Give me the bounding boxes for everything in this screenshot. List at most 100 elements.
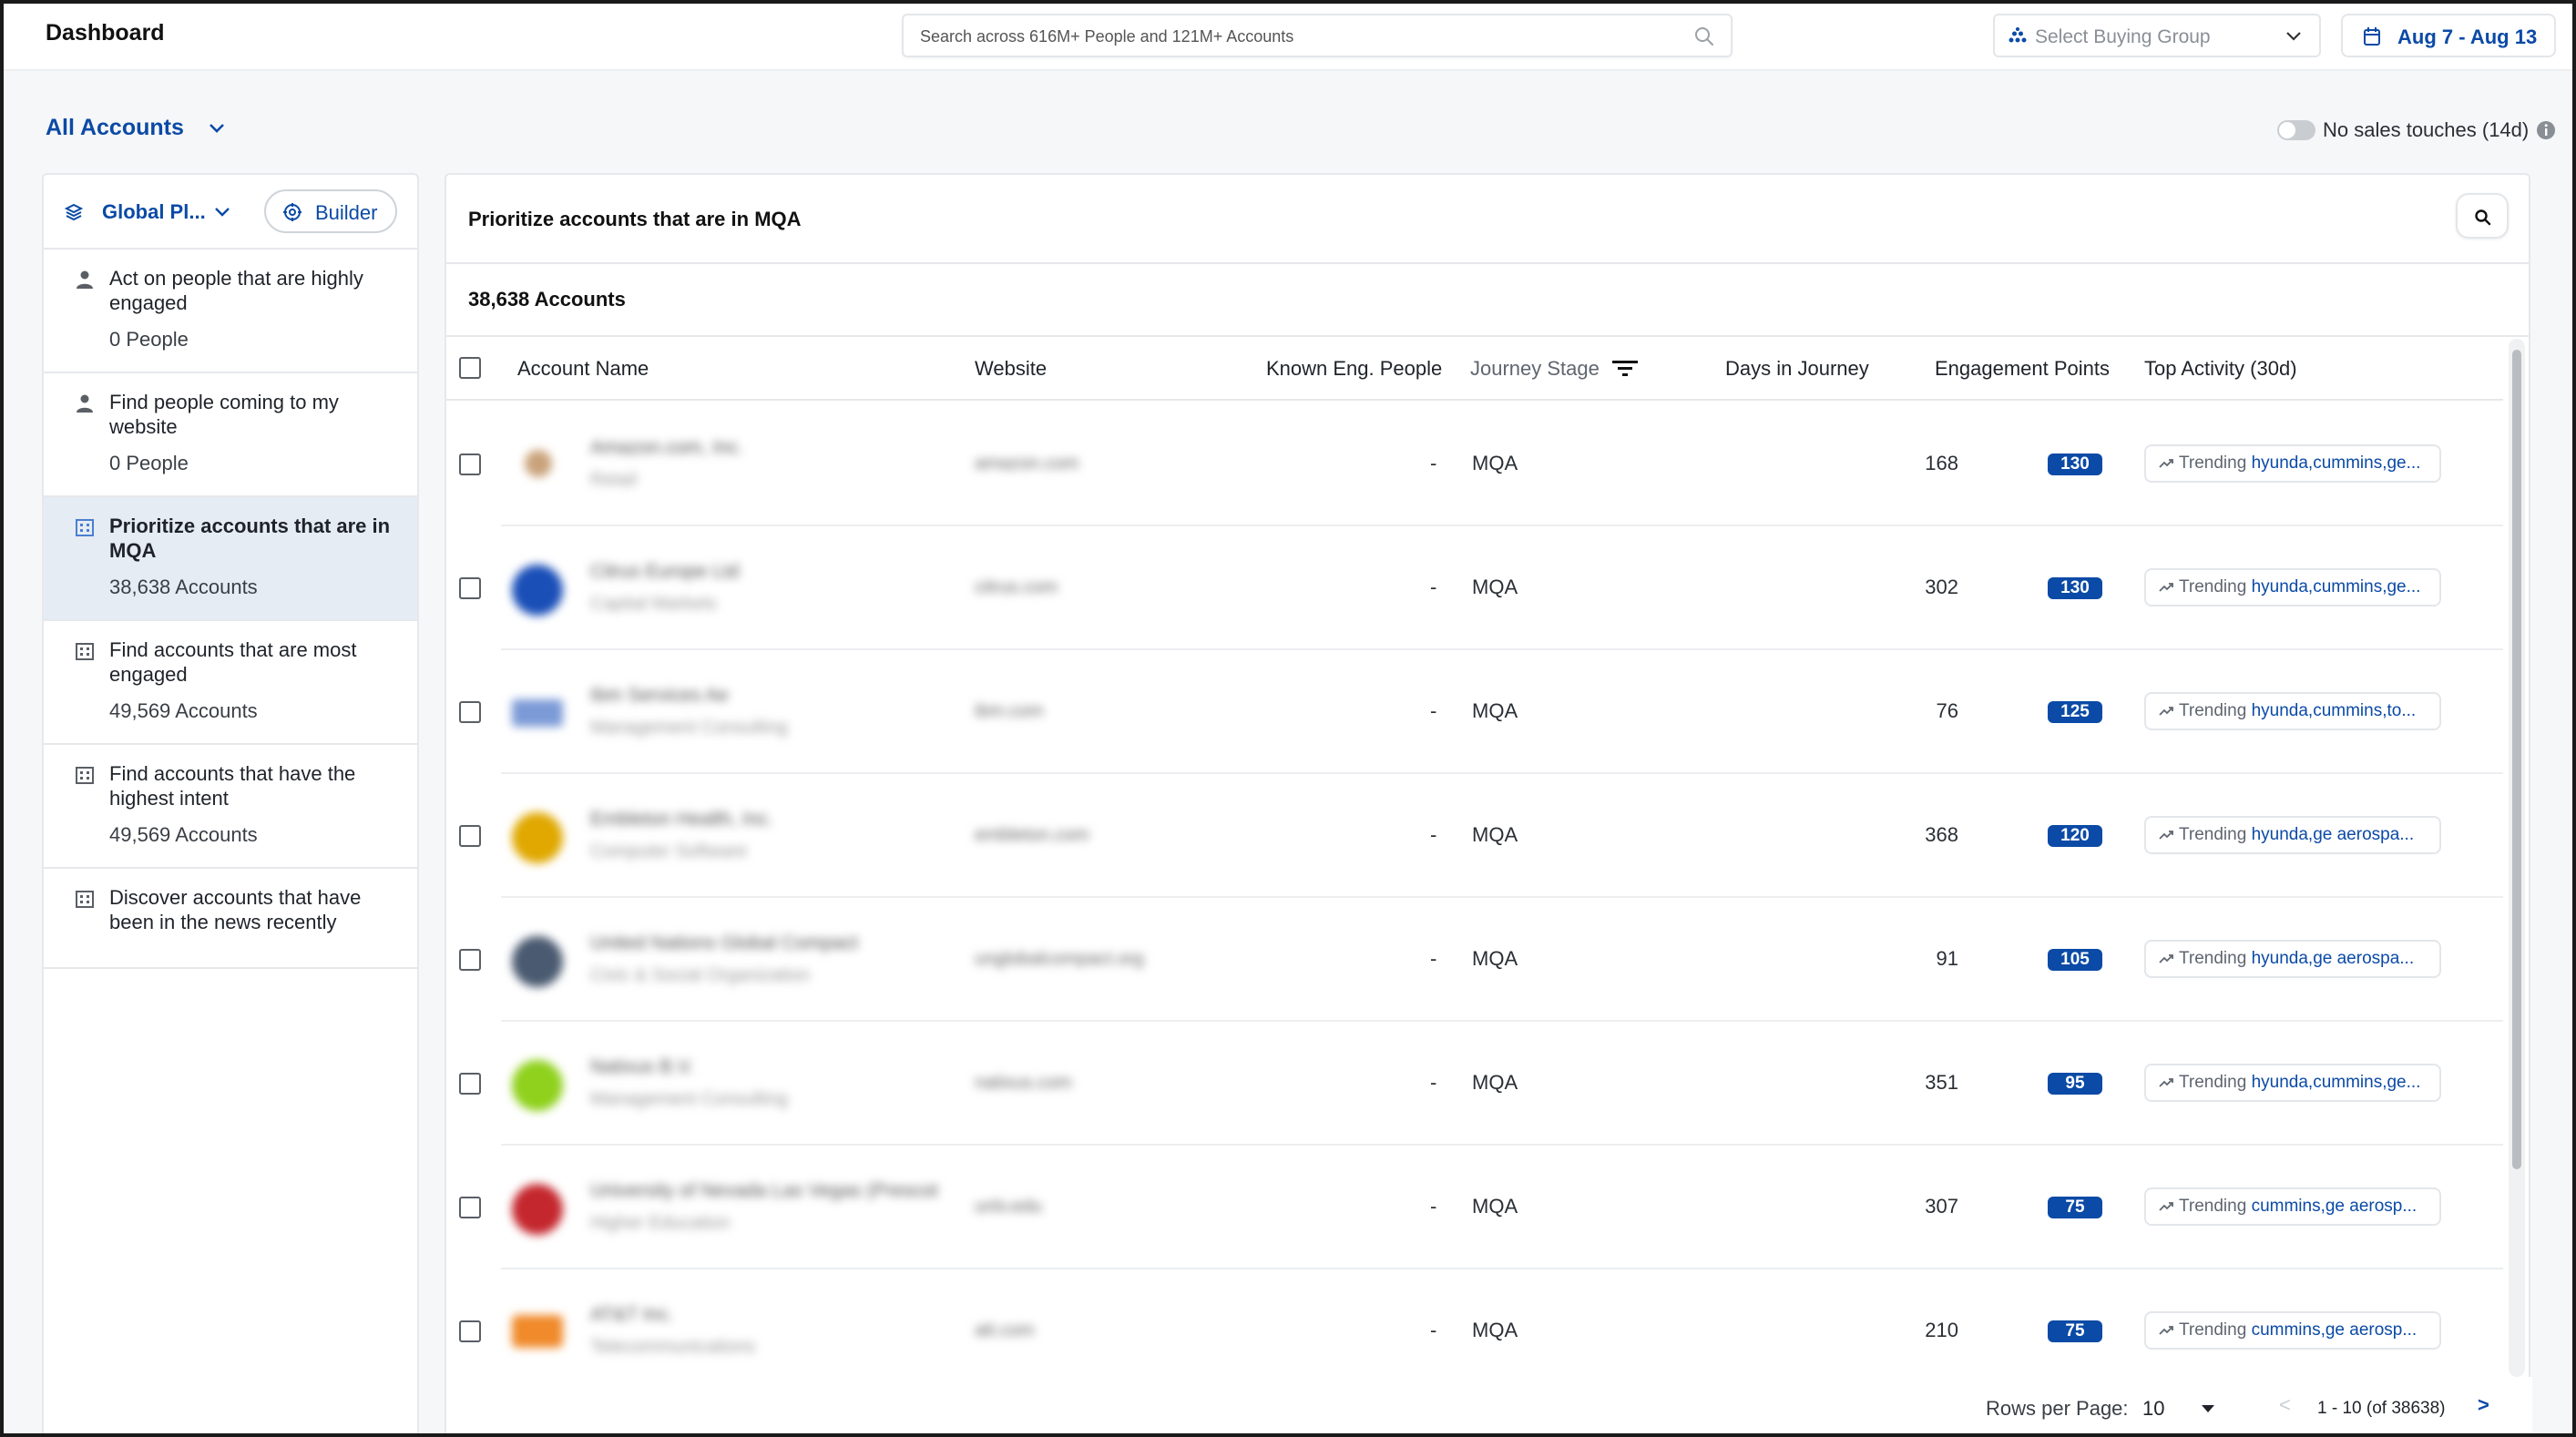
- playbook-selector[interactable]: Global Pl...: [102, 200, 206, 224]
- row-checkbox[interactable]: [459, 825, 481, 847]
- table-search-button[interactable]: [2456, 193, 2509, 239]
- account-website[interactable]: embleton.com: [975, 825, 1089, 846]
- table-row[interactable]: Embleton Health, Inc. Computer Software …: [446, 774, 2503, 898]
- caret-down-icon[interactable]: [2201, 1404, 2215, 1413]
- chevron-down-icon[interactable]: [206, 118, 228, 138]
- table-row[interactable]: Ibm Services Ae Management Consulting ib…: [446, 650, 2503, 774]
- account-industry: Management Consulting: [590, 718, 788, 738]
- top-activity-chip[interactable]: Trending hyunda,ge aerospa...: [2144, 816, 2441, 854]
- days-in-journey: 76: [1936, 699, 1958, 722]
- top-activity-chip[interactable]: Trending cummins,ge aerosp...: [2144, 1187, 2441, 1226]
- account-name[interactable]: Citrus Europe Ltd: [590, 561, 739, 583]
- account-website[interactable]: natixus.com: [975, 1073, 1072, 1094]
- sidebar-item-highly-engaged-people[interactable]: Act on people that are highly engaged 0 …: [44, 250, 417, 373]
- top-bar: Dashboard Select Buying Group: [4, 4, 2572, 71]
- sidebar-item-news-accounts[interactable]: Discover accounts that have been in the …: [44, 869, 417, 969]
- account-industry: Higher Education: [590, 1213, 731, 1233]
- row-checkbox[interactable]: [459, 949, 481, 971]
- engagement-points-badge: 95: [2048, 1073, 2102, 1095]
- known-eng-people: -: [1430, 947, 1437, 970]
- top-activity-chip[interactable]: Trending hyunda,cummins,ge...: [2144, 1064, 2441, 1102]
- column-known-eng-people[interactable]: Known Eng. People: [1266, 357, 1442, 381]
- trend-label: Trending: [2179, 1320, 2247, 1340]
- journey-stage: MQA: [1472, 699, 1518, 722]
- journey-stage: MQA: [1472, 1071, 1518, 1094]
- sidebar-item-most-engaged-accounts[interactable]: Find accounts that are most engaged 49,5…: [44, 621, 417, 745]
- column-journey-stage[interactable]: Journey Stage: [1470, 357, 1600, 381]
- account-name[interactable]: AT&T Inc.: [590, 1304, 673, 1326]
- toggle-label: No sales touches (14d): [2323, 118, 2530, 141]
- row-checkbox[interactable]: [459, 577, 481, 599]
- row-checkbox[interactable]: [459, 1073, 481, 1095]
- top-activity-chip[interactable]: Trending cummins,ge aerosp...: [2144, 1311, 2441, 1350]
- account-name[interactable]: Ibm Services Ae: [590, 685, 729, 707]
- company-logo: [512, 936, 563, 987]
- table-row[interactable]: University of Nevada Las Vegas (Prescot …: [446, 1146, 2503, 1269]
- known-eng-people: -: [1430, 699, 1437, 722]
- scrollbar-thumb[interactable]: [2512, 350, 2521, 1169]
- column-website[interactable]: Website: [975, 357, 1047, 381]
- column-top-activity[interactable]: Top Activity (30d): [2144, 357, 2297, 381]
- table-row[interactable]: AT&T Inc. Telecommunications att.com - M…: [446, 1269, 2503, 1393]
- sidebar-item-mqa-accounts[interactable]: Prioritize accounts that are in MQA 38,6…: [44, 497, 417, 621]
- trend-label: Trending: [2179, 1073, 2247, 1092]
- account-website[interactable]: att.com: [975, 1320, 1035, 1341]
- row-checkbox[interactable]: [459, 701, 481, 723]
- global-search[interactable]: [902, 14, 1733, 57]
- row-checkbox[interactable]: [459, 454, 481, 475]
- account-website[interactable]: unglobalcompact.org: [975, 949, 1144, 970]
- column-account-name[interactable]: Account Name: [517, 357, 649, 381]
- date-range-button[interactable]: Aug 7 - Aug 13: [2341, 14, 2556, 57]
- rows-per-page-select[interactable]: 10: [2142, 1397, 2164, 1421]
- row-checkbox[interactable]: [459, 1320, 481, 1342]
- view-selector[interactable]: All Accounts: [46, 115, 184, 141]
- info-icon[interactable]: [2536, 120, 2556, 140]
- column-days-in-journey[interactable]: Days in Journey: [1725, 357, 1869, 381]
- search-input[interactable]: [920, 25, 1667, 48]
- account-name[interactable]: University of Nevada Las Vegas (Prescot: [590, 1180, 938, 1202]
- account-website[interactable]: unlv.edu: [975, 1197, 1042, 1218]
- select-all-checkbox[interactable]: [459, 357, 481, 379]
- account-website[interactable]: ibm.com: [975, 701, 1044, 722]
- account-name[interactable]: United Nations Global Compact: [590, 933, 858, 954]
- panel-title: Prioritize accounts that are in MQA: [468, 208, 802, 230]
- account-name[interactable]: Amazon.com, Inc.: [590, 437, 743, 459]
- trending-icon: [2159, 707, 2173, 716]
- table-row[interactable]: Citrus Europe Ltd Capital Markets citrus…: [446, 526, 2503, 650]
- toggle-switch[interactable]: [2277, 120, 2315, 140]
- sidebar-item-highest-intent-accounts[interactable]: Find accounts that have the highest inte…: [44, 745, 417, 869]
- table-row[interactable]: Natixus B.V. Management Consulting natix…: [446, 1022, 2503, 1146]
- top-activity-chip[interactable]: Trending hyunda,cummins,ge...: [2144, 568, 2441, 606]
- builder-button[interactable]: Builder: [264, 189, 397, 233]
- known-eng-people: -: [1430, 576, 1437, 598]
- account-website[interactable]: amazon.com: [975, 454, 1079, 474]
- company-logo: [512, 699, 563, 727]
- account-website[interactable]: citrus.com: [975, 577, 1058, 598]
- account-name[interactable]: Natixus B.V.: [590, 1056, 694, 1078]
- top-activity-chip[interactable]: Trending hyunda,ge aerospa...: [2144, 940, 2441, 978]
- next-page-button[interactable]: >: [2478, 1393, 2489, 1417]
- search-icon[interactable]: [1694, 26, 1714, 46]
- trend-label: Trending: [2179, 825, 2247, 844]
- table-row[interactable]: Amazon.com, Inc. Retail amazon.com - MQA…: [446, 403, 2503, 526]
- days-in-journey: 302: [1925, 576, 1958, 598]
- chevron-down-icon[interactable]: [213, 204, 231, 220]
- app-window: Dashboard Select Buying Group: [0, 0, 2576, 1437]
- row-checkbox[interactable]: [459, 1197, 481, 1218]
- table-row[interactable]: United Nations Global Compact Civic & So…: [446, 898, 2503, 1022]
- sidebar-item-count: 49,569 Accounts: [109, 823, 258, 846]
- table-scrollbar[interactable]: [2509, 339, 2525, 1377]
- account-name[interactable]: Embleton Health, Inc.: [590, 809, 773, 831]
- journey-stage: MQA: [1472, 1195, 1518, 1218]
- sidebar-item-website-visitors[interactable]: Find people coming to my website 0 Peopl…: [44, 373, 417, 497]
- trending-icon: [2159, 583, 2173, 592]
- column-engagement-points[interactable]: Engagement Points: [1935, 357, 2110, 381]
- top-activity-chip[interactable]: Trending hyunda,cummins,ge...: [2144, 444, 2441, 483]
- previous-page-button[interactable]: <: [2279, 1393, 2291, 1417]
- days-in-journey: 210: [1925, 1319, 1958, 1341]
- buying-group-select[interactable]: Select Buying Group: [1993, 14, 2321, 57]
- sidebar-item-count: 0 People: [109, 452, 189, 474]
- top-activity-chip[interactable]: Trending hyunda,cummins,to...: [2144, 692, 2441, 730]
- account-industry: Computer Software: [590, 841, 748, 861]
- filter-icon[interactable]: [1610, 355, 1640, 382]
